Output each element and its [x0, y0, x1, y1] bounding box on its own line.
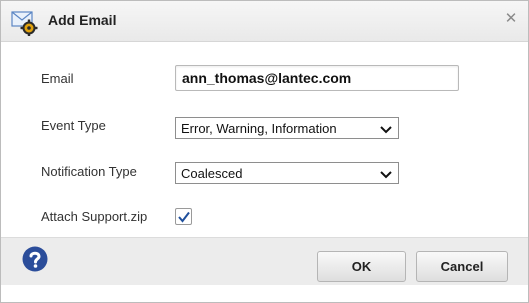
cancel-button[interactable]: Cancel — [416, 251, 508, 282]
event-type-label: Event Type — [41, 118, 106, 133]
notification-type-value: Coalesced — [181, 166, 243, 181]
dialog-footer: OK Cancel — [1, 237, 528, 285]
help-icon[interactable] — [22, 246, 48, 272]
email-settings-icon — [11, 10, 39, 36]
notification-type-label: Notification Type — [41, 164, 137, 179]
notification-type-select[interactable]: Coalesced — [175, 162, 399, 184]
email-label: Email — [41, 71, 74, 86]
chevron-down-icon — [379, 123, 393, 134]
email-field[interactable] — [175, 65, 459, 91]
add-email-dialog: Add Email ✕ Email Event Type Error, Warn… — [0, 0, 529, 303]
ok-button[interactable]: OK — [317, 251, 406, 282]
event-type-select[interactable]: Error, Warning, Information — [175, 117, 399, 139]
attach-support-checkbox[interactable] — [175, 208, 192, 225]
attach-support-label: Attach Support.zip — [41, 209, 148, 224]
event-type-value: Error, Warning, Information — [181, 121, 337, 136]
dialog-title: Add Email — [48, 12, 117, 28]
chevron-down-icon — [379, 168, 393, 179]
close-icon[interactable]: ✕ — [504, 11, 518, 27]
dialog-titlebar: Add Email ✕ — [1, 1, 528, 42]
checkmark-icon — [178, 211, 190, 223]
